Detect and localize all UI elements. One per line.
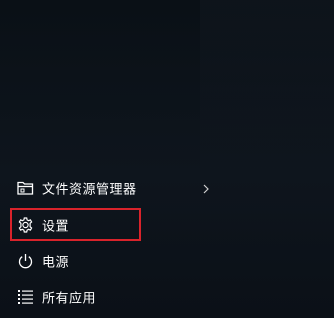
- menu-item-file-explorer[interactable]: 文件资源管理器: [0, 171, 300, 205]
- file-explorer-icon: [17, 180, 34, 197]
- start-menu: 文件资源管理器 设置 电源 所有应用: [0, 0, 334, 318]
- menu-item-settings[interactable]: 设置: [0, 208, 300, 242]
- menu-item-power[interactable]: 电源: [0, 244, 300, 278]
- gear-icon: [17, 217, 34, 234]
- menu-item-all-apps[interactable]: 所有应用: [0, 280, 300, 314]
- menu-item-label: 文件资源管理器: [42, 182, 137, 198]
- power-icon: [17, 253, 34, 270]
- all-apps-icon: [17, 289, 34, 306]
- menu-item-label: 所有应用: [42, 291, 97, 307]
- chevron-right-icon[interactable]: [202, 183, 210, 194]
- menu-item-label: 设置: [42, 219, 70, 235]
- menu-item-label: 电源: [42, 255, 70, 271]
